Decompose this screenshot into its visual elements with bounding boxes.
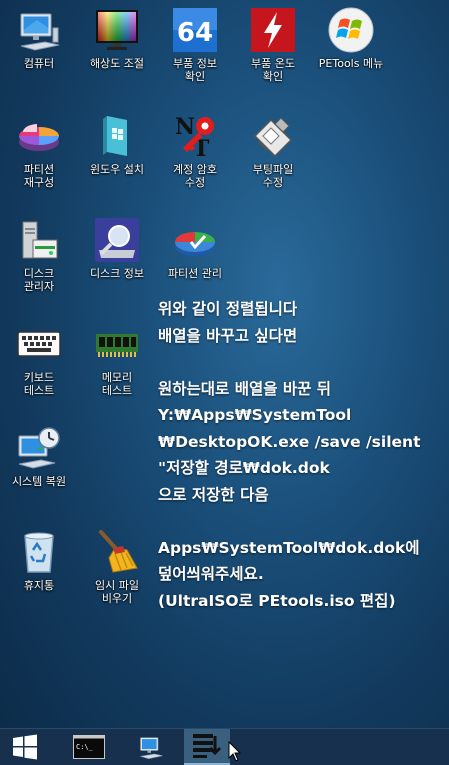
taskbar-command-prompt[interactable]: C:\_ (66, 729, 112, 765)
ntpwedit-key-icon: N T (175, 114, 214, 160)
icon-label: 부품 정보 확인 (173, 57, 217, 83)
disk-info-icon (95, 218, 139, 262)
partition-pie-icon (19, 124, 59, 151)
note-line: 원하는대로 배열을 바꾼 뒤 (158, 379, 332, 398)
desktop-icon-petools-menu[interactable]: PETools 메뉴 (312, 6, 390, 70)
disk-manager-icon (22, 221, 58, 259)
desktop-icon-recycle-bin[interactable]: 휴지통 (0, 528, 78, 592)
svg-text:64: 64 (177, 18, 213, 48)
icon-label: 컴퓨터 (23, 57, 55, 70)
desktopok-icon (193, 734, 222, 758)
icon-label: 해상도 조절 (89, 57, 145, 70)
desktop-icon-disk-manager[interactable]: 디스크 관리자 (0, 216, 78, 293)
desktop-icon-account-password[interactable]: N T 계정 암호 수정 (156, 112, 234, 189)
note-line: Apps₩SystemTool₩dok.dok에 (158, 538, 420, 557)
icon-label: PETools 메뉴 (318, 57, 384, 70)
display-resolution-icon (96, 10, 138, 50)
note-line (158, 349, 448, 376)
desktop-icon-windows-install[interactable]: 윈도우 설치 (78, 112, 156, 176)
note-line: (UltraISO로 PEtools.iso 편집) (158, 591, 396, 610)
recycle-bin-icon (24, 532, 54, 573)
desktop-icon-boot-file-edit[interactable]: 부팅파일 수정 (234, 112, 312, 189)
boot-file-edit-icon (253, 117, 293, 158)
icon-label: 윈도우 설치 (89, 163, 145, 176)
desktop-icon-disk-info[interactable]: 디스크 정보 (78, 216, 156, 280)
icon-label: 파티션 관리 (167, 267, 223, 280)
icon-label: 임시 파일 비우기 (95, 579, 139, 605)
command-prompt-icon: C:\_ (73, 735, 105, 759)
cmd-prompt-text: C:\_ (76, 743, 94, 751)
note-line: ₩DesktopOK.exe /save /silent (158, 432, 421, 451)
desktop-icon-display-resolution[interactable]: 해상도 조절 (78, 6, 156, 70)
windows-install-icon (103, 116, 127, 156)
windows-logo-icon (328, 7, 374, 53)
desktop-icon-computer[interactable]: 컴퓨터 (0, 6, 78, 70)
system-restore-icon (18, 427, 60, 469)
icon-label: 메모리 테스트 (101, 371, 133, 397)
keyboard-icon (17, 331, 61, 357)
icon-label: 시스템 복원 (11, 475, 67, 488)
cpu-z-64-icon: 64 (173, 8, 217, 52)
note-line (158, 508, 448, 535)
icon-label: 부팅파일 수정 (252, 163, 294, 189)
mouse-cursor-icon (228, 741, 242, 762)
taskbar-desktopok[interactable] (184, 729, 230, 765)
note-line: 으로 저장한 다음 (158, 485, 269, 504)
taskbar: C:\_ (0, 728, 449, 765)
desktop-icon-system-restore[interactable]: 시스템 복원 (0, 424, 78, 488)
icon-label: 디스크 정보 (89, 267, 145, 280)
icon-label: 디스크 관리자 (23, 267, 55, 293)
desktop-icon-keyboard-test[interactable]: 키보드 테스트 (0, 320, 78, 397)
hwmonitor-icon (251, 8, 295, 52)
memory-ram-icon (96, 334, 138, 357)
note-line: Y:₩Apps₩SystemTool (158, 406, 352, 424)
desktop-icon-memory-test[interactable]: 메모리 테스트 (78, 320, 156, 397)
taskbar-computer[interactable] (128, 729, 174, 765)
desktop-icon-cpu-z[interactable]: 64 부품 정보 확인 (156, 6, 234, 83)
note-line: 덮어씌워주세요. (158, 565, 264, 583)
desktop-icon-partition-manager[interactable]: 파티션 관리 (156, 216, 234, 280)
note-line: 배열을 바꾸고 싶다면 (158, 326, 298, 345)
icon-label: 키보드 테스트 (23, 371, 55, 397)
desktop-icon-temp-cleanup[interactable]: 임시 파일 비우기 (78, 528, 156, 605)
icon-label: 부품 온도 확인 (251, 57, 295, 83)
icon-label: 계정 암호 수정 (173, 163, 217, 189)
desktop-icon-partition-rebuild[interactable]: 파티션 재구성 (0, 112, 78, 189)
icon-label: 휴지통 (23, 579, 55, 592)
start-button[interactable] (2, 729, 48, 765)
instruction-note: 위와 같이 정렬됩니다 배열을 바꾸고 싶다면 원하는대로 배열을 바꾼 뒤 Y… (158, 296, 448, 614)
start-windows-icon (13, 734, 37, 760)
icon-label: 파티션 재구성 (23, 163, 55, 189)
broom-cleanup-icon (99, 530, 138, 573)
partition-manager-icon (175, 232, 215, 256)
computer-icon (140, 737, 163, 759)
desktop-icon-hwmonitor[interactable]: 부품 온도 확인 (234, 6, 312, 83)
note-line: 위와 같이 정렬됩니다 (158, 300, 298, 318)
computer-icon (20, 13, 60, 51)
note-line: "저장할 경로₩dok.dok (158, 459, 330, 477)
